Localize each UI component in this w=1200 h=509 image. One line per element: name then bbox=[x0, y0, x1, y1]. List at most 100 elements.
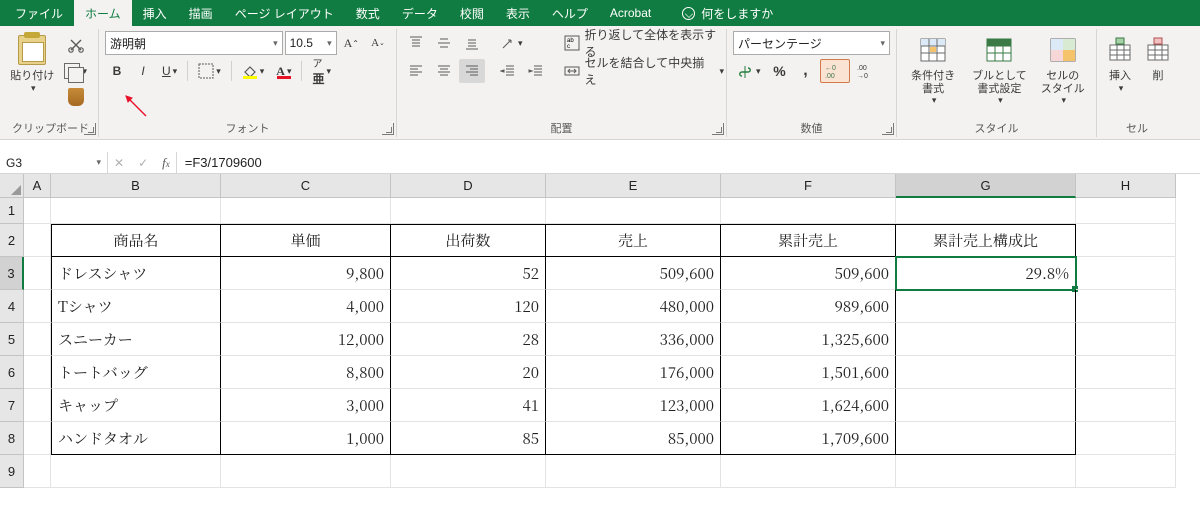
borders-button[interactable]: ▾ bbox=[193, 59, 226, 83]
number-format-select[interactable]: パーセンテージ▾ bbox=[733, 31, 890, 55]
cell-C6[interactable]: 8,800 bbox=[221, 356, 391, 389]
tell-me[interactable]: 何をしますか bbox=[682, 0, 773, 26]
cell-E1[interactable] bbox=[546, 198, 721, 224]
cell-A7[interactable] bbox=[24, 389, 51, 422]
cell-A5[interactable] bbox=[24, 323, 51, 356]
cell-H7[interactable] bbox=[1076, 389, 1176, 422]
conditional-format-button[interactable]: 条件付き 書式▾ bbox=[903, 31, 963, 115]
cell-E3[interactable]: 509,600 bbox=[546, 257, 721, 290]
cell-B6[interactable]: トートバッグ bbox=[51, 356, 221, 389]
cell-B2[interactable]: 商品名 bbox=[51, 224, 221, 257]
cell-A6[interactable] bbox=[24, 356, 51, 389]
cell-G2[interactable]: 累計売上構成比 bbox=[896, 224, 1076, 257]
increase-font-button[interactable]: A⌃ bbox=[339, 31, 364, 55]
increase-indent-button[interactable] bbox=[523, 59, 549, 83]
cell-B3[interactable]: ドレスシャツ bbox=[51, 257, 221, 290]
cell-H5[interactable] bbox=[1076, 323, 1176, 356]
align-right-button[interactable] bbox=[459, 59, 485, 83]
increase-decimal-button[interactable]: ←0.00 bbox=[820, 59, 850, 83]
col-header-C[interactable]: C bbox=[221, 174, 391, 198]
menu-acrobat[interactable]: Acrobat bbox=[599, 0, 662, 26]
align-bottom-button[interactable] bbox=[459, 31, 485, 55]
name-box[interactable]: G3▾ bbox=[0, 152, 108, 173]
cell-B7[interactable]: キャップ bbox=[51, 389, 221, 422]
cell-B8[interactable]: ハンドタオル bbox=[51, 422, 221, 455]
formula-input[interactable]: =F3/1709600 bbox=[177, 152, 1200, 173]
cell-D6[interactable]: 20 bbox=[391, 356, 546, 389]
col-header-A[interactable]: A bbox=[24, 174, 51, 198]
enter-formula-icon[interactable]: ✓ bbox=[138, 156, 148, 170]
menu-file[interactable]: ファイル bbox=[4, 0, 74, 26]
copy-button[interactable]: ▾ bbox=[59, 59, 92, 83]
paste-button[interactable]: 貼り付け ▾ bbox=[9, 31, 55, 115]
row-header-6[interactable]: 6 bbox=[0, 356, 24, 389]
cell-F2[interactable]: 累計売上 bbox=[721, 224, 896, 257]
select-all-corner[interactable] bbox=[0, 174, 24, 198]
cell-F8[interactable]: 1,709,600 bbox=[721, 422, 896, 455]
cell-E5[interactable]: 336,000 bbox=[546, 323, 721, 356]
cell-F4[interactable]: 989,600 bbox=[721, 290, 896, 323]
cell-F1[interactable] bbox=[721, 198, 896, 224]
spreadsheet-grid[interactable]: ABCDEFGH12商品名単価出荷数売上累計売上累計売上構成比3ドレスシャツ9,… bbox=[0, 174, 1200, 488]
cell-B1[interactable] bbox=[51, 198, 221, 224]
cell-H6[interactable] bbox=[1076, 356, 1176, 389]
menu-view[interactable]: 表示 bbox=[495, 0, 541, 26]
cell-G1[interactable] bbox=[896, 198, 1076, 224]
row-header-8[interactable]: 8 bbox=[0, 422, 24, 455]
cell-G4[interactable] bbox=[896, 290, 1076, 323]
cell-G6[interactable] bbox=[896, 356, 1076, 389]
merge-center-button[interactable]: セルを結合して中央揃え▾ bbox=[559, 59, 729, 83]
menu-home[interactable]: ホーム bbox=[74, 0, 132, 26]
percent-style-button[interactable]: % bbox=[768, 59, 792, 83]
menu-data[interactable]: データ bbox=[391, 0, 449, 26]
cell-C7[interactable]: 3,000 bbox=[221, 389, 391, 422]
cell-D7[interactable]: 41 bbox=[391, 389, 546, 422]
cell-C1[interactable] bbox=[221, 198, 391, 224]
align-center-button[interactable] bbox=[431, 59, 457, 83]
cell-F7[interactable]: 1,624,600 bbox=[721, 389, 896, 422]
font-name-select[interactable]: 游明朝▾ bbox=[105, 31, 283, 55]
dialog-launcher-icon[interactable] bbox=[882, 123, 894, 135]
italic-button[interactable]: I bbox=[131, 59, 155, 83]
align-middle-button[interactable] bbox=[431, 31, 457, 55]
phonetic-button[interactable]: ア亜▾ bbox=[307, 59, 336, 83]
cell-F6[interactable]: 1,501,600 bbox=[721, 356, 896, 389]
cell-E9[interactable] bbox=[546, 455, 721, 488]
fill-color-button[interactable]: ▾ bbox=[237, 59, 270, 83]
cut-button[interactable] bbox=[59, 33, 92, 57]
cell-styles-button[interactable]: セルの スタイル▾ bbox=[1036, 31, 1090, 115]
cell-F3[interactable]: 509,600 bbox=[721, 257, 896, 290]
wrap-text-button[interactable]: abc 折り返して全体を表示する bbox=[559, 31, 729, 55]
fx-icon[interactable]: fx bbox=[162, 155, 170, 171]
cell-B4[interactable]: Tシャツ bbox=[51, 290, 221, 323]
row-header-7[interactable]: 7 bbox=[0, 389, 24, 422]
cell-H1[interactable] bbox=[1076, 198, 1176, 224]
underline-button[interactable]: U▾ bbox=[157, 59, 182, 83]
cell-B5[interactable]: スニーカー bbox=[51, 323, 221, 356]
col-header-G[interactable]: G bbox=[896, 174, 1076, 198]
menu-draw[interactable]: 描画 bbox=[178, 0, 224, 26]
format-painter-button[interactable] bbox=[59, 85, 92, 109]
dialog-launcher-icon[interactable] bbox=[84, 123, 96, 135]
cancel-formula-icon[interactable]: ✕ bbox=[114, 156, 124, 170]
cell-E7[interactable]: 123,000 bbox=[546, 389, 721, 422]
orientation-button[interactable]: ▾ bbox=[495, 31, 528, 55]
accounting-format-button[interactable]: ▾ bbox=[733, 59, 766, 83]
row-header-4[interactable]: 4 bbox=[0, 290, 24, 323]
cell-A8[interactable] bbox=[24, 422, 51, 455]
bold-button[interactable]: B bbox=[105, 59, 129, 83]
row-header-9[interactable]: 9 bbox=[0, 455, 24, 488]
cell-D5[interactable]: 28 bbox=[391, 323, 546, 356]
font-size-select[interactable]: 10.5▾ bbox=[285, 31, 337, 55]
cell-D8[interactable]: 85 bbox=[391, 422, 546, 455]
cell-H4[interactable] bbox=[1076, 290, 1176, 323]
menu-insert[interactable]: 挿入 bbox=[132, 0, 178, 26]
cell-H3[interactable] bbox=[1076, 257, 1176, 290]
cell-E8[interactable]: 85,000 bbox=[546, 422, 721, 455]
cell-D4[interactable]: 120 bbox=[391, 290, 546, 323]
menu-review[interactable]: 校閲 bbox=[449, 0, 495, 26]
cell-E4[interactable]: 480,000 bbox=[546, 290, 721, 323]
row-header-2[interactable]: 2 bbox=[0, 224, 24, 257]
cell-F9[interactable] bbox=[721, 455, 896, 488]
cell-D9[interactable] bbox=[391, 455, 546, 488]
